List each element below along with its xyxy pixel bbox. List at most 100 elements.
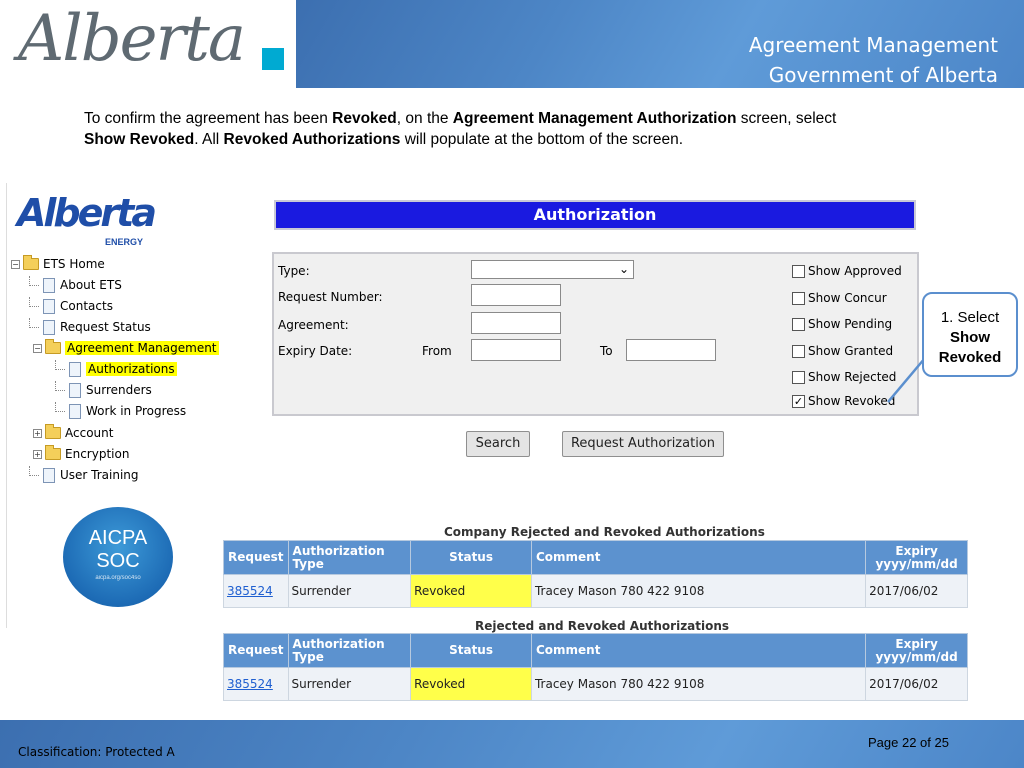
- revoked-table: Request Authorization Type Status Commen…: [223, 633, 968, 701]
- nav-item-label: Authorizations: [86, 362, 177, 376]
- page-icon: [69, 403, 81, 419]
- request-authorization-button[interactable]: Request Authorization: [562, 431, 724, 457]
- slide-header: Alberta Agreement Management Government …: [0, 0, 1024, 88]
- classification-label: Classification: Protected A: [18, 745, 175, 759]
- nav-item-about-ets[interactable]: About ETS: [29, 276, 122, 294]
- alberta-logo: Alberta: [0, 0, 296, 88]
- page-icon: [43, 298, 55, 314]
- folder-open-icon: [23, 255, 39, 270]
- show-granted-checkbox-row[interactable]: Show Granted: [792, 344, 893, 358]
- type-label: Type:: [278, 264, 310, 278]
- intro-part: screen, select: [736, 110, 837, 127]
- folder-icon: [45, 445, 61, 460]
- folder-open-icon: [45, 339, 61, 354]
- nav-item-contacts[interactable]: Contacts: [29, 297, 113, 315]
- column-header: Status: [410, 633, 532, 668]
- page-icon: [69, 382, 81, 398]
- page-number: Page 22 of 25: [868, 735, 949, 750]
- nav-item-user-training[interactable]: User Training: [29, 466, 139, 484]
- comment-cell: Tracey Mason 780 422 9108: [530, 574, 867, 608]
- intro-part: , on the: [396, 110, 453, 127]
- type-select[interactable]: ⌄: [471, 260, 634, 279]
- chevron-down-icon: ⌄: [618, 262, 629, 276]
- tree-connector: [29, 466, 39, 476]
- expiry-to-input[interactable]: [626, 339, 716, 361]
- nav-item-label: Contacts: [60, 299, 113, 313]
- authorization-type-cell: Surrender: [287, 574, 412, 608]
- nav-item-encryption[interactable]: + Encryption: [33, 445, 129, 463]
- nav-item-label: ETS Home: [43, 257, 105, 271]
- aicpa-soc-badge: AICPA SOC aicpa.org/soc4so: [63, 507, 173, 607]
- page-icon: [69, 361, 81, 377]
- request-link[interactable]: 385524: [227, 677, 273, 691]
- nav-item-ets-home[interactable]: − ETS Home: [11, 255, 105, 273]
- nav-item-label: About ETS: [60, 278, 122, 292]
- nav-item-request-status[interactable]: Request Status: [29, 318, 151, 336]
- show-rejected-checkbox[interactable]: [792, 370, 805, 384]
- expiry-date-label: Expiry Date:: [278, 344, 353, 358]
- intro-text: To confirm the agreement has been Revoke…: [84, 108, 964, 150]
- nav-item-authorizations[interactable]: Authorizations: [55, 360, 177, 378]
- agreement-input[interactable]: [471, 312, 561, 334]
- authorization-title: Authorization: [274, 200, 916, 230]
- revoked-table-caption: Rejected and Revoked Authorizations: [475, 619, 730, 633]
- show-granted-checkbox[interactable]: [792, 344, 805, 358]
- intro-bold: Revoked Authorizations: [223, 131, 401, 148]
- nav-item-label: Encryption: [65, 447, 130, 461]
- nav-item-surrenders[interactable]: Surrenders: [55, 381, 152, 399]
- callout-line2: Show: [950, 329, 990, 346]
- show-pending-checkbox[interactable]: [792, 317, 805, 331]
- aicpa-line1: AICPA: [88, 527, 148, 549]
- header-title-line2: Government of Alberta: [768, 63, 998, 87]
- tree-connector: [29, 297, 39, 307]
- request-number-input[interactable]: [471, 284, 561, 306]
- show-concur-checkbox-row[interactable]: Show Concur: [792, 291, 887, 305]
- from-label: From: [422, 344, 452, 358]
- show-revoked-checkbox[interactable]: ✓: [792, 394, 805, 408]
- table-header-row: Request Authorization Type Status Commen…: [223, 633, 968, 668]
- show-concur-checkbox[interactable]: [792, 291, 805, 305]
- instruction-callout: 1. Select Show Revoked: [922, 292, 1018, 377]
- nav-item-work-in-progress[interactable]: Work in Progress: [55, 402, 186, 420]
- tree-connector: [29, 276, 39, 286]
- column-header: Comment: [530, 633, 867, 668]
- tree-connector: [55, 402, 65, 412]
- authorization-filter-form: Type: ⌄ Request Number: Agreement: Expir…: [272, 252, 919, 416]
- request-link[interactable]: 385524: [227, 584, 273, 598]
- nav-item-account[interactable]: + Account: [33, 424, 113, 442]
- column-header: Expiry yyyy/mm/dd: [865, 540, 968, 575]
- nav-item-label: User Training: [60, 468, 139, 482]
- agreement-label: Agreement:: [278, 318, 349, 332]
- column-header: Expiry yyyy/mm/dd: [865, 633, 968, 668]
- checkbox-label: Show Pending: [808, 317, 893, 331]
- intro-bold: Show Revoked: [84, 131, 195, 148]
- collapse-icon[interactable]: −: [11, 259, 20, 269]
- alberta-energy-logo: Alberta ENERGY: [17, 191, 157, 247]
- company-revoked-table: Request Authorization Type Status Commen…: [223, 540, 968, 608]
- to-label: To: [600, 344, 613, 358]
- expiry-from-input[interactable]: [471, 339, 561, 361]
- expand-icon[interactable]: +: [33, 428, 42, 438]
- comment-cell: Tracey Mason 780 422 9108: [530, 667, 867, 701]
- show-pending-checkbox-row[interactable]: Show Pending: [792, 317, 892, 331]
- show-approved-checkbox[interactable]: [792, 264, 805, 278]
- status-cell: Revoked: [410, 574, 532, 608]
- energy-logo-word: Alberta: [17, 191, 157, 235]
- intro-part: . All: [194, 131, 224, 148]
- alberta-logo-text: Alberta: [18, 2, 246, 76]
- request-number-label: Request Number:: [278, 290, 383, 304]
- left-navigation: Alberta ENERGY − ETS Home About ETS Cont…: [6, 183, 226, 628]
- aicpa-line3: aicpa.org/soc4so: [95, 575, 141, 581]
- collapse-icon[interactable]: −: [33, 343, 42, 353]
- show-approved-checkbox-row[interactable]: Show Approved: [792, 264, 902, 278]
- nav-item-label: Agreement Management: [65, 341, 219, 355]
- tree-connector: [55, 381, 65, 391]
- table-row: 385524 Surrender Revoked Tracey Mason 78…: [223, 574, 968, 608]
- tree-connector: [55, 360, 65, 370]
- nav-item-agreement-management[interactable]: − Agreement Management: [33, 339, 219, 357]
- tree-connector: [29, 318, 39, 328]
- column-header: Authorization Type: [287, 633, 412, 668]
- search-button[interactable]: Search: [466, 431, 530, 457]
- expand-icon[interactable]: +: [33, 449, 42, 459]
- nav-item-label: Work in Progress: [86, 404, 187, 418]
